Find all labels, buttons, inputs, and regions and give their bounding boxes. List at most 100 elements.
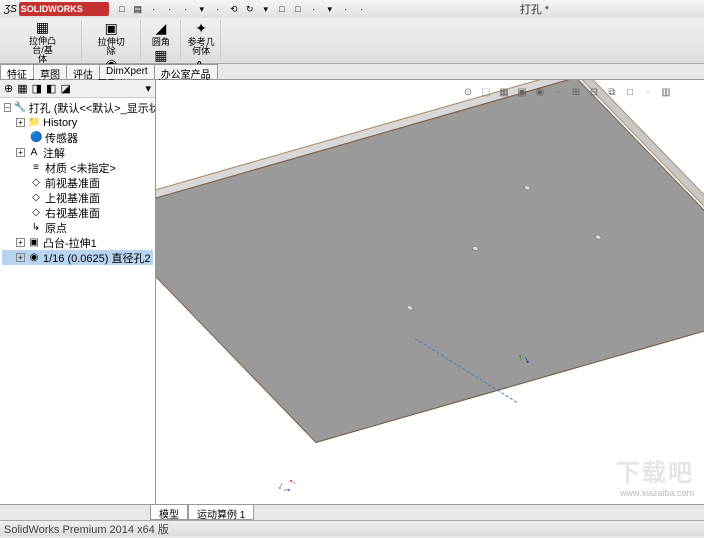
feature-tree-panel: ⊕▦◨◧◪▾ −🔧打孔 (默认<<默认>_显示状态+📁History🔵传感器+A… — [0, 80, 156, 504]
status-text: SolidWorks Premium 2014 x64 版 — [4, 521, 169, 537]
hole-feature[interactable] — [405, 305, 415, 312]
qat-button[interactable]: □ — [291, 2, 305, 16]
title-bar: ƷS SOLIDWORKS □▤···▾·⟲↻▾□□·▾·· 打孔 * — [0, 0, 704, 18]
ribbon-icon: ✦ — [195, 20, 207, 37]
app-logo: SOLIDWORKS — [19, 2, 109, 16]
tree-item[interactable]: +▣凸台-拉伸1 — [2, 235, 153, 250]
qat-button[interactable]: · — [179, 2, 193, 16]
view-tool-button[interactable]: ◉ — [532, 84, 548, 100]
panel-icon[interactable]: ◧ — [46, 82, 56, 95]
watermark-url: www.xiazaiba.com — [620, 488, 694, 498]
tree-item-label: 上视基准面 — [45, 190, 100, 206]
qat-button[interactable]: ▾ — [259, 2, 273, 16]
bottom-tabs: 模型运动算例 1 — [0, 504, 704, 520]
qat-button[interactable]: □ — [115, 2, 129, 16]
tree-item[interactable]: ◇前视基准面 — [2, 175, 153, 190]
qat-button[interactable]: · — [163, 2, 177, 16]
status-bar: SolidWorks Premium 2014 x64 版 — [0, 520, 704, 536]
hole-feature[interactable] — [593, 233, 603, 240]
ribbon-icon: ▦ — [36, 19, 49, 36]
part-body[interactable] — [156, 80, 704, 443]
ribbon-button[interactable]: ✦参考几何体 — [185, 20, 217, 56]
tree-item[interactable]: +◉1/16 (0.0625) 直径孔2 — [2, 250, 153, 265]
part-face[interactable] — [156, 80, 704, 443]
view-tool-button[interactable]: ⊟ — [586, 84, 602, 100]
ribbon-label: 拉伸凸台/基体 — [29, 37, 56, 64]
tree-item-icon: ◇ — [30, 207, 42, 218]
ribbon-tab[interactable]: 办公室产品 — [154, 64, 218, 79]
view-tool-button[interactable]: ⧉ — [604, 84, 620, 100]
tree-item-icon: ◇ — [30, 177, 42, 188]
qat-button[interactable]: · — [147, 2, 161, 16]
tree-item-label: 打孔 (默认<<默认>_显示状态 — [29, 100, 155, 116]
view-tool-button[interactable]: ▥ — [658, 84, 674, 100]
ribbon-tab[interactable]: DimXpert — [99, 64, 155, 79]
tree-item-icon: ↳ — [30, 222, 42, 233]
3d-viewport[interactable]: ⊙⬚▦▣◉·⊞⊟⧉□·▥ ↑ ↑ ↑ ↑ ↑ — [156, 80, 704, 504]
view-tool-button[interactable]: ▣ — [514, 84, 530, 100]
qat-button[interactable]: · — [211, 2, 225, 16]
hole-feature[interactable] — [470, 246, 480, 253]
expand-icon[interactable]: + — [16, 238, 25, 247]
qat-button[interactable]: □ — [275, 2, 289, 16]
view-tool-button[interactable]: · — [640, 84, 656, 100]
panel-icon[interactable]: ◨ — [32, 82, 42, 95]
tree-item-icon: ▣ — [28, 237, 40, 248]
panel-icon[interactable]: ▦ — [17, 82, 27, 95]
ribbon-button[interactable]: ▣拉伸切除 — [95, 20, 127, 56]
ribbon-toolbar: ▦拉伸凸台/基体◐旋转凸台/基体⟆扫描◊放样凸台/基体◧边界凸台/基体▣拉伸切除… — [0, 18, 704, 64]
view-tool-button[interactable]: · — [550, 84, 566, 100]
panel-icon[interactable]: ⊕ — [4, 82, 13, 95]
qat-button[interactable]: ▾ — [195, 2, 209, 16]
ribbon-tab[interactable]: 草图 — [33, 64, 67, 79]
expand-icon[interactable]: + — [16, 148, 25, 157]
tree-item[interactable]: +📁History — [2, 115, 153, 130]
hole-feature[interactable] — [522, 185, 532, 192]
tree-item[interactable]: +A注解 — [2, 145, 153, 160]
tree-item[interactable]: 🔵传感器 — [2, 130, 153, 145]
ribbon-tab[interactable]: 特征 — [0, 64, 34, 79]
tree-item-icon: ◇ — [30, 192, 42, 203]
tree-item-label: 右视基准面 — [45, 205, 100, 221]
tree-item[interactable]: −🔧打孔 (默认<<默认>_显示状态 — [2, 100, 153, 115]
tree-item-icon: ◉ — [28, 252, 40, 263]
main-area: ⊕▦◨◧◪▾ −🔧打孔 (默认<<默认>_显示状态+📁History🔵传感器+A… — [0, 80, 704, 504]
tree-item[interactable]: ↳原点 — [2, 220, 153, 235]
feature-tree: −🔧打孔 (默认<<默认>_显示状态+📁History🔵传感器+A注解≡材质 <… — [0, 98, 155, 504]
3d-canvas[interactable]: ↑ ↑ ↑ ↑ ↑ — [156, 80, 704, 504]
tree-item-icon: 🔧 — [14, 102, 26, 113]
panel-icon[interactable]: ◪ — [60, 82, 70, 95]
tree-item[interactable]: ≡材质 <未指定> — [2, 160, 153, 175]
qat-button[interactable]: ⟲ — [227, 2, 241, 16]
model-tab[interactable]: 模型 — [150, 505, 188, 520]
ribbon-button[interactable]: ◢圆角 — [145, 20, 177, 47]
window-title: 打孔 * — [369, 1, 700, 17]
view-tool-button[interactable]: ⊞ — [568, 84, 584, 100]
tree-item-icon: 📁 — [28, 117, 40, 128]
ribbon-button[interactable]: ▦拉伸凸台/基体 — [27, 20, 59, 62]
qat-button[interactable]: · — [339, 2, 353, 16]
expand-icon[interactable]: + — [16, 118, 25, 127]
expand-icon[interactable]: − — [4, 103, 11, 112]
tree-item-label: 1/16 (0.0625) 直径孔2 — [43, 250, 151, 266]
qat-button[interactable]: · — [355, 2, 369, 16]
tree-item[interactable]: ◇右视基准面 — [2, 205, 153, 220]
qat-button[interactable]: ▤ — [131, 2, 145, 16]
view-tool-button[interactable]: ⊙ — [460, 84, 476, 100]
tree-item[interactable]: ◇上视基准面 — [2, 190, 153, 205]
ribbon-icon: ▦ — [154, 47, 167, 64]
qat-button[interactable]: ↻ — [243, 2, 257, 16]
tree-item-icon: A — [28, 147, 40, 158]
ribbon-tab[interactable]: 评估 — [66, 64, 100, 79]
tree-item-label: 前视基准面 — [45, 175, 100, 191]
expand-icon[interactable]: + — [16, 253, 25, 262]
watermark: 下载吧 — [616, 453, 694, 488]
view-tool-button[interactable]: ▦ — [496, 84, 512, 100]
qat-button[interactable]: ▾ — [323, 2, 337, 16]
qat-button[interactable]: · — [307, 2, 321, 16]
view-tool-button[interactable]: ⬚ — [478, 84, 494, 100]
view-tool-button[interactable]: □ — [622, 84, 638, 100]
panel-dropdown-icon[interactable]: ▾ — [145, 82, 151, 95]
ribbon-label: 参考几何体 — [188, 38, 215, 56]
model-tab[interactable]: 运动算例 1 — [188, 505, 254, 520]
